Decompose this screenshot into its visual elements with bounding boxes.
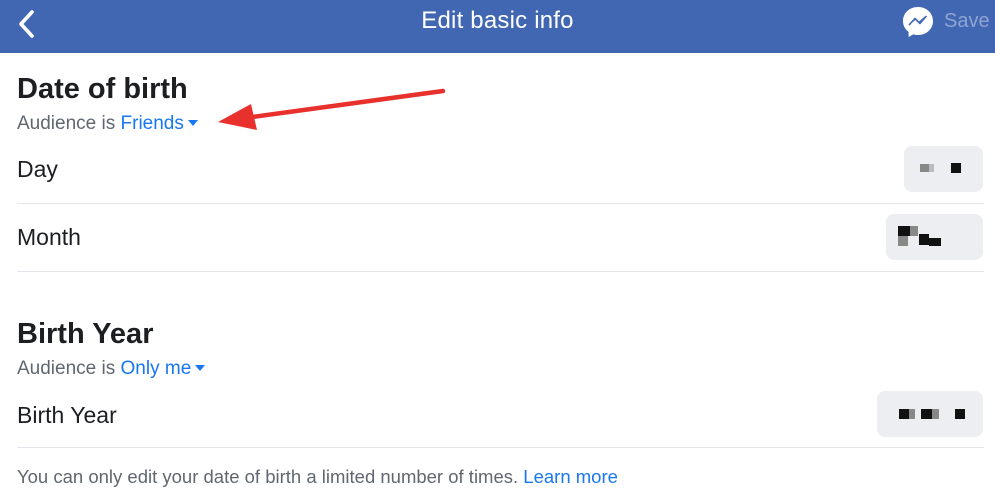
audience-only-me-label: Only me — [120, 358, 192, 379]
messenger-button[interactable] — [900, 4, 936, 40]
limited-edits-note: You can only edit your date of birth a l… — [17, 466, 618, 488]
day-label: Day — [17, 156, 58, 182]
audience-prefix: Audience is — [17, 358, 121, 379]
learn-more-link[interactable]: Learn more — [523, 466, 618, 487]
messenger-icon — [903, 7, 933, 37]
divider — [17, 203, 984, 204]
top-bar: Edit basic info Save — [0, 0, 995, 53]
date-of-birth-audience: Audience is Friends — [17, 113, 198, 135]
month-selector[interactable] — [886, 214, 983, 260]
audience-friends-link[interactable]: Friends — [121, 113, 198, 134]
birth-year-heading: Birth Year — [17, 318, 154, 350]
audience-prefix: Audience is — [17, 113, 121, 134]
day-selector[interactable] — [904, 146, 983, 192]
divider — [17, 447, 984, 448]
caret-down-icon — [187, 120, 198, 126]
footnote-text: You can only edit your date of birth a l… — [17, 466, 519, 487]
annotation-arrow-icon — [218, 88, 446, 130]
save-button[interactable]: Save — [944, 10, 990, 33]
page-title: Edit basic info — [421, 7, 574, 34]
audience-friends-label: Friends — [120, 113, 184, 134]
audience-only-me-link[interactable]: Only me — [121, 358, 206, 379]
caret-down-icon — [195, 365, 206, 371]
date-of-birth-heading: Date of birth — [17, 73, 188, 105]
divider — [17, 271, 984, 272]
birth-year-selector[interactable] — [877, 391, 983, 437]
birth-year-label: Birth Year — [17, 402, 117, 428]
birth-year-audience: Audience is Only me — [17, 358, 206, 380]
month-label: Month — [17, 224, 81, 250]
